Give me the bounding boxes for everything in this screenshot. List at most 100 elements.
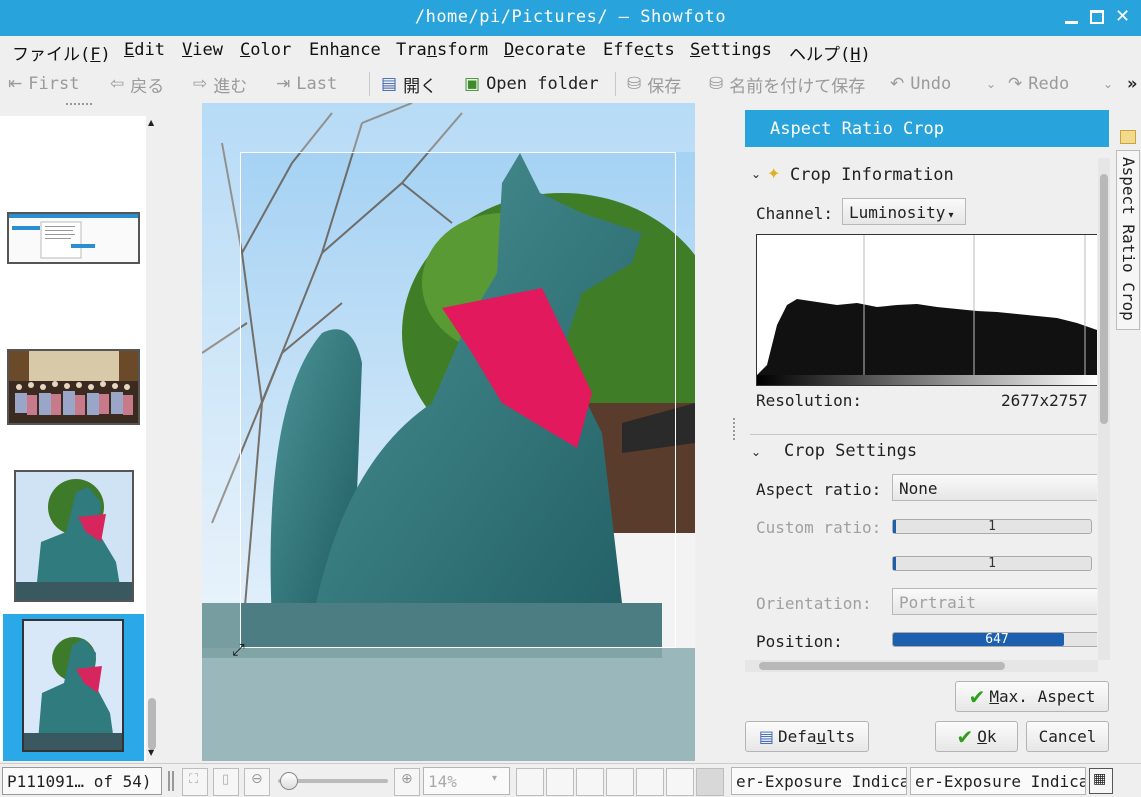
status-bar: P111091… of 54) ⛶ ▯ ⊖ ⊕ 14% ▾ er-Exposure… bbox=[0, 763, 1141, 797]
tool-panel-hscrollbar[interactable] bbox=[745, 660, 1098, 672]
custom-ratio-denominator-slider[interactable]: 1 bbox=[892, 556, 1092, 571]
cancel-button[interactable]: Cancel bbox=[1026, 721, 1109, 752]
view-mode-button-7[interactable] bbox=[696, 768, 724, 796]
save-as-button[interactable]: ⛁ 名前を付けて保存 bbox=[709, 72, 865, 97]
save-button[interactable]: ⛁ 保存 bbox=[627, 72, 681, 97]
resolution-label: Resolution: bbox=[756, 391, 862, 410]
defaults-button[interactable]: ▤ Defaults bbox=[745, 721, 869, 752]
histogram-graph bbox=[757, 235, 1097, 385]
menu-settings[interactable]: Settings bbox=[690, 40, 772, 60]
menu-transform[interactable]: Transform bbox=[396, 40, 488, 60]
over-exposure-indicator-button[interactable]: er-Exposure Indica bbox=[910, 767, 1086, 795]
custom-ratio-numerator-slider[interactable]: 1 bbox=[892, 519, 1092, 534]
tool-panel-vscrollbar[interactable] bbox=[1098, 158, 1110, 660]
resize-handle-icon[interactable]: ⤢ bbox=[232, 640, 245, 660]
crop-rectangle[interactable] bbox=[240, 152, 676, 648]
position-slider[interactable]: 647 bbox=[892, 632, 1097, 647]
channel-label: Channel: bbox=[756, 204, 834, 223]
check-icon: ✔ bbox=[956, 724, 974, 749]
menu-file[interactable]: ファイル(F) bbox=[12, 40, 111, 65]
ok-button[interactable]: ✔ Ok bbox=[935, 721, 1018, 752]
max-aspect-button[interactable]: ✔ Max. Aspect bbox=[955, 681, 1109, 712]
open-icon: ▤ bbox=[381, 74, 398, 94]
first-button[interactable]: ⇤ First bbox=[8, 72, 79, 96]
section-divider bbox=[750, 434, 1097, 435]
back-button[interactable]: ⇦ 戻る bbox=[110, 72, 164, 97]
crop-mask-left bbox=[202, 152, 240, 648]
zoom-fit-button[interactable]: ⛶ bbox=[182, 768, 208, 796]
zoom-100-button[interactable]: ▯ bbox=[213, 768, 239, 796]
open-folder-button[interactable]: ▣ Open folder bbox=[464, 72, 599, 96]
redo-dropdown[interactable]: ⌄ bbox=[1103, 72, 1113, 96]
close-button[interactable]: ✕ bbox=[1115, 8, 1132, 26]
view-mode-button-3[interactable] bbox=[576, 768, 604, 796]
thumbnail-image bbox=[9, 214, 138, 262]
side-tab-aspect-ratio-crop[interactable]: Aspect Ratio Crop bbox=[1116, 150, 1140, 330]
last-button[interactable]: ⇥ Last bbox=[276, 72, 337, 96]
zoom-in-button[interactable]: ⊕ bbox=[394, 768, 420, 796]
view-mode-button-2[interactable] bbox=[546, 768, 574, 796]
thumbnail-scrollbar[interactable]: ▲ ▼ bbox=[146, 116, 159, 761]
scrollbar-thumb[interactable] bbox=[148, 698, 156, 750]
undo-button[interactable]: ↶ Undo bbox=[890, 72, 951, 96]
zoom-level-combo[interactable]: 14% ▾ bbox=[423, 767, 510, 795]
status-splitter[interactable] bbox=[168, 771, 174, 791]
view-mode-button-6[interactable] bbox=[666, 768, 694, 796]
window-title: /home/pi/Pictures/ — Showfoto bbox=[414, 7, 727, 27]
menu-view[interactable]: View bbox=[182, 40, 223, 60]
aspect-ratio-combo[interactable]: None bbox=[892, 474, 1097, 501]
scroll-down-arrow[interactable]: ▼ bbox=[148, 748, 154, 757]
save-icon: ⛁ bbox=[627, 74, 642, 94]
undo-dropdown[interactable]: ⌄ bbox=[986, 72, 996, 96]
crop-settings-header[interactable]: Crop Settings bbox=[784, 441, 917, 461]
zoom-slider-handle[interactable] bbox=[280, 772, 298, 790]
orientation-label: Orientation: bbox=[756, 594, 872, 613]
view-mode-button-4[interactable] bbox=[606, 768, 634, 796]
channel-combo[interactable]: Luminosity ▾ bbox=[842, 198, 966, 225]
first-icon: ⇤ bbox=[8, 74, 23, 94]
view-mode-button-5[interactable] bbox=[636, 768, 664, 796]
undo-icon: ↶ bbox=[890, 74, 905, 94]
forward-button[interactable]: ⇨ 進む bbox=[193, 72, 247, 97]
thumbnail-group-photo[interactable] bbox=[7, 349, 140, 425]
menu-help[interactable]: ヘルプ(H) bbox=[789, 40, 871, 65]
collapse-icon[interactable]: ⌄ bbox=[751, 167, 761, 181]
view-mode-button-1[interactable] bbox=[516, 768, 544, 796]
redo-button[interactable]: ↷ Redo bbox=[1008, 72, 1069, 96]
menu-enhance[interactable]: Enhance bbox=[309, 40, 381, 60]
thumbnail-fox-statue[interactable] bbox=[14, 470, 134, 602]
zoom-in-icon: ⊕ bbox=[401, 771, 413, 787]
minimize-button[interactable] bbox=[1063, 9, 1080, 26]
scroll-up-arrow[interactable]: ▲ bbox=[148, 118, 154, 127]
toolbar-overflow-button[interactable]: » bbox=[1127, 72, 1137, 96]
menu-color[interactable]: Color bbox=[240, 40, 291, 60]
thumbnail-bar bbox=[0, 116, 159, 761]
splitter-handle[interactable] bbox=[66, 103, 92, 107]
zoom-out-button[interactable]: ⊖ bbox=[244, 768, 270, 796]
thumbnail-screenshot[interactable] bbox=[7, 212, 140, 264]
scrollbar-thumb[interactable] bbox=[759, 662, 1005, 670]
crop-information-header[interactable]: Crop Information bbox=[790, 165, 954, 185]
collapse-icon[interactable]: ⌄ bbox=[751, 445, 761, 459]
toolbar-separator bbox=[615, 72, 616, 96]
thumbnail-current-image[interactable] bbox=[22, 619, 124, 752]
aspect-ratio-label: Aspect ratio: bbox=[756, 480, 882, 499]
zoom-fit-icon: ⛶ bbox=[189, 772, 199, 787]
scrollbar-thumb[interactable] bbox=[1100, 174, 1108, 424]
menu-effects[interactable]: Effects bbox=[603, 40, 675, 60]
tool-title: Aspect Ratio Crop bbox=[745, 110, 1109, 147]
last-icon: ⇥ bbox=[276, 74, 291, 94]
maximize-button[interactable] bbox=[1089, 9, 1106, 26]
under-exposure-indicator-button[interactable]: er-Exposure Indica bbox=[731, 767, 907, 795]
menu-decorate[interactable]: Decorate bbox=[504, 40, 586, 60]
menu-edit[interactable]: Edit bbox=[124, 40, 165, 60]
color-managed-view-button[interactable]: ▦ bbox=[1089, 768, 1113, 794]
panel-splitter-handle[interactable] bbox=[733, 418, 737, 440]
open-button[interactable]: ▤ 開く bbox=[381, 72, 437, 97]
check-icon: ✔ bbox=[968, 684, 986, 709]
save-as-icon: ⛁ bbox=[709, 74, 724, 94]
main-photo[interactable]: ⤢ bbox=[202, 103, 695, 761]
orientation-combo[interactable]: Portrait bbox=[892, 588, 1097, 615]
thumbnail-image bbox=[9, 351, 138, 423]
folder-icon[interactable] bbox=[1120, 130, 1136, 144]
